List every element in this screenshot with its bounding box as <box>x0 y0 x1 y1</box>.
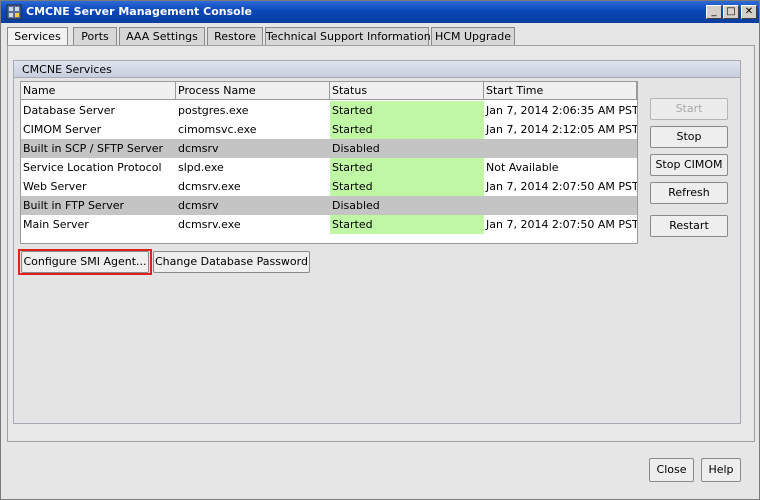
cell-start-time: Jan 7, 2014 2:12:05 AM PST <box>486 123 637 136</box>
server-management-window: CMCNE Server Management Console _ □ ✕ Se… <box>0 0 760 500</box>
cell-status: Started <box>330 158 484 177</box>
cell-name: Main Server <box>23 218 89 231</box>
app-icon <box>6 4 22 20</box>
highlight-box <box>18 249 152 275</box>
cell-name: Database Server <box>23 104 116 117</box>
tab-hcm-upgrade[interactable]: HCM Upgrade <box>431 27 515 46</box>
cell-process: cimomsvc.exe <box>178 123 257 136</box>
cell-name: Web Server <box>23 180 87 193</box>
cell-name: Built in SCP / SFTP Server <box>23 142 163 155</box>
cell-status: Started <box>330 177 484 196</box>
tab-aaa-settings[interactable]: AAA Settings <box>119 27 205 46</box>
help-button[interactable]: Help <box>701 458 741 482</box>
table-row[interactable]: Web Server dcmsrv.exe Started Jan 7, 201… <box>21 177 637 196</box>
cell-status: Started <box>330 215 484 234</box>
column-header-name[interactable]: Name <box>21 82 176 100</box>
cell-process: postgres.exe <box>178 104 249 117</box>
services-table[interactable]: Name Process Name Status Start Time Data… <box>20 81 638 244</box>
cell-status: Started <box>330 120 484 139</box>
cell-start-time <box>484 196 637 215</box>
cell-status: Disabled <box>330 196 484 215</box>
tab-services[interactable]: Services <box>7 27 68 47</box>
cell-status: Started <box>330 101 484 120</box>
change-database-password-button[interactable]: Change Database Password <box>153 251 310 273</box>
maximize-button[interactable]: □ <box>723 5 739 19</box>
restart-button[interactable]: Restart <box>650 215 728 237</box>
stop-cimom-button[interactable]: Stop CIMOM <box>650 154 728 176</box>
minimize-button[interactable]: _ <box>706 5 722 19</box>
cell-start-time: Jan 7, 2014 2:06:35 AM PST <box>486 104 637 117</box>
cell-status: Disabled <box>330 139 484 158</box>
table-row[interactable]: Database Server postgres.exe Started Jan… <box>21 101 637 120</box>
table-row[interactable]: Service Location Protocol slpd.exe Start… <box>21 158 637 177</box>
title-bar[interactable]: CMCNE Server Management Console _ □ ✕ <box>1 1 759 23</box>
table-row[interactable]: CIMOM Server cimomsvc.exe Started Jan 7,… <box>21 120 637 139</box>
cell-process: dcmsrv.exe <box>178 218 241 231</box>
cell-name: Built in FTP Server <box>23 199 125 212</box>
close-button[interactable]: Close <box>649 458 694 482</box>
cell-process: dcmsrv.exe <box>178 180 241 193</box>
cell-start-time <box>484 139 637 158</box>
cell-start-time: Jan 7, 2014 2:07:50 AM PST <box>486 180 637 193</box>
tab-ports[interactable]: Ports <box>73 27 117 46</box>
cell-start-time: Not Available <box>486 161 559 174</box>
cell-name: CIMOM Server <box>23 123 102 136</box>
tab-technical-support-information[interactable]: Technical Support Information <box>265 27 431 46</box>
group-title: CMCNE Services <box>14 61 740 78</box>
table-row[interactable]: Built in FTP Server dcmsrv Disabled <box>21 196 637 215</box>
cell-name: Service Location Protocol <box>23 161 162 174</box>
table-row[interactable]: Built in SCP / SFTP Server dcmsrv Disabl… <box>21 139 637 158</box>
window-title: CMCNE Server Management Console <box>26 5 252 18</box>
tab-restore[interactable]: Restore <box>207 27 263 46</box>
refresh-button[interactable]: Refresh <box>650 182 728 204</box>
column-header-start-time[interactable]: Start Time <box>484 82 637 100</box>
cell-start-time: Jan 7, 2014 2:07:50 AM PST <box>486 218 637 231</box>
column-header-status[interactable]: Status <box>330 82 484 100</box>
stop-button[interactable]: Stop <box>650 126 728 148</box>
close-window-button[interactable]: ✕ <box>741 5 757 19</box>
start-button[interactable]: Start <box>650 98 728 120</box>
column-header-process-name[interactable]: Process Name <box>176 82 330 100</box>
cell-process: dcmsrv <box>178 142 219 155</box>
cell-process: dcmsrv <box>178 199 219 212</box>
table-row[interactable]: Main Server dcmsrv.exe Started Jan 7, 20… <box>21 215 637 234</box>
table-header: Name Process Name Status Start Time <box>21 82 637 100</box>
cell-process: slpd.exe <box>178 161 224 174</box>
